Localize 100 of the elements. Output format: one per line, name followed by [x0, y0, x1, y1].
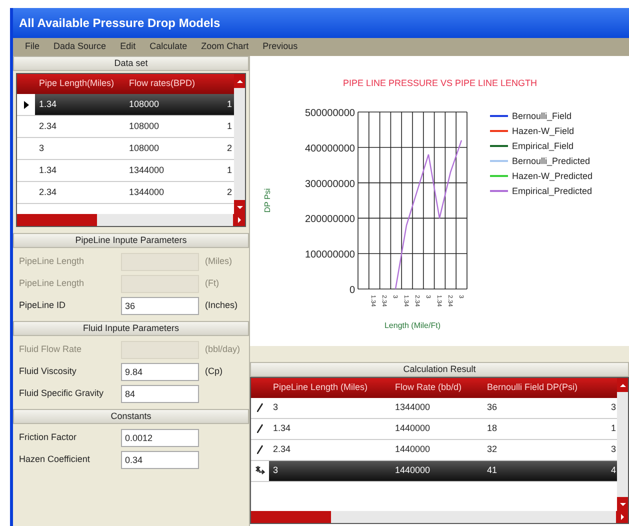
table-cell-text: 4: [610, 464, 617, 478]
y-tick-label: 300000000: [304, 178, 355, 190]
section-header: Calculation Result: [250, 362, 629, 377]
field-label: PipeLine Length: [19, 255, 86, 268]
table-cell-text: 1.34: [38, 98, 58, 111]
chart-title: PIPE LINE PRESSURE VS PIPE LINE LENGTH: [342, 78, 538, 88]
table-cell-text: 108000: [128, 142, 160, 155]
column-header[interactable]: Flow rates(BPD): [129, 77, 209, 91]
scroll-up-icon[interactable]: [617, 378, 628, 392]
table-cell-text: 1440000: [394, 464, 432, 478]
menu-item[interactable]: File: [25, 40, 40, 54]
scroll-thumb[interactable]: [17, 214, 97, 226]
unit-label: (Inches): [205, 299, 238, 312]
input-field[interactable]: 0.0012: [121, 429, 199, 447]
section-header: Data set: [13, 56, 249, 71]
table-cell-text: 1.34: [38, 164, 58, 177]
table-cell-text: 3: [610, 443, 617, 456]
legend-label: Hazen-W_Predicted: [512, 171, 593, 181]
pencil-icon: [256, 403, 264, 413]
scroll-right-icon[interactable]: [616, 511, 628, 523]
table-cell-text: 1344000: [394, 401, 432, 414]
table-cell-text: 3: [272, 464, 280, 478]
table-cell-text: 108000: [128, 98, 160, 111]
table-cell-text: 2: [226, 186, 233, 199]
y-tick-label: 400000000: [304, 143, 355, 154]
table-cell-text: 18: [486, 422, 498, 436]
column-header[interactable]: Bernoulli Field DP(Psi): [487, 381, 597, 395]
field-label: Fluid Flow Rate: [19, 343, 83, 356]
legend-label: Empirical_Field: [512, 141, 574, 151]
vertical-scrollbar[interactable]: [234, 74, 245, 214]
field-label: Fluid Viscosity: [19, 365, 78, 378]
table-cell-text: 1440000: [394, 422, 432, 436]
table-row[interactable]: 3 1440000 41 4: [251, 461, 617, 482]
table-cell-text: 32: [486, 443, 498, 456]
input-field[interactable]: 0.34: [121, 451, 199, 469]
y-tick-label: 200000000: [304, 214, 355, 226]
column-header[interactable]: Pipe Length(Miles): [39, 77, 129, 91]
scroll-up-icon[interactable]: [234, 74, 245, 88]
menu-item[interactable]: Zoom Chart: [201, 40, 249, 54]
horizontal-scrollbar[interactable]: [251, 511, 628, 523]
table-cell-text: 2.34: [38, 186, 58, 199]
y-axis-title: DP Psi: [263, 188, 272, 213]
new-row-icon: [255, 466, 265, 476]
table-cell-text: 3: [610, 401, 617, 414]
scroll-down-icon[interactable]: [234, 200, 245, 214]
unit-label: (Miles): [205, 255, 232, 268]
table-cell-text: 3: [272, 401, 280, 414]
input-field[interactable]: 9.84: [121, 363, 199, 381]
table-cell-text: 1344000: [128, 186, 166, 199]
pencil-icon: [256, 424, 264, 434]
table-cell-text: 2: [226, 142, 233, 155]
window-title: All Available Pressure Drop Models: [19, 15, 220, 32]
menu-item[interactable]: Calculate: [150, 40, 188, 54]
table-cell-text: 1: [610, 422, 617, 436]
table-cell-text: 1: [226, 98, 233, 111]
unit-label: (Cp): [205, 365, 222, 378]
field-label: PipeLine Length: [19, 277, 86, 290]
table-cell-text: 1: [226, 164, 233, 177]
table-cell-text: 1440000: [394, 443, 432, 456]
column-header[interactable]: Flow Rate (bb/d): [395, 381, 487, 395]
unit-label: (Ft): [205, 277, 219, 290]
menu-item[interactable]: Previous: [262, 40, 298, 54]
table-cell-text: 3: [38, 142, 46, 155]
legend-label: Empirical_Predicted: [512, 186, 592, 196]
table-cell-text: 1344000: [128, 164, 166, 177]
section-header: Fluid Inpute Parameters: [13, 321, 249, 336]
menu-item[interactable]: Edit: [120, 40, 136, 54]
y-tick-label: 0: [349, 285, 355, 296]
scroll-right-icon[interactable]: [233, 214, 245, 226]
legend-label: Bernoulli_Field: [512, 111, 572, 121]
table-cell-text: 2.34: [272, 443, 292, 456]
field-label: Fluid Specific Gravity: [19, 387, 105, 400]
vertical-scrollbar[interactable]: [617, 378, 628, 511]
menu-item[interactable]: Dada Source: [54, 40, 106, 54]
field-label: PipeLine ID: [19, 299, 67, 312]
scroll-thumb[interactable]: [251, 511, 331, 523]
field-label: Hazen Coefficient: [19, 453, 91, 466]
x-axis-title: Length (Mile/Ft): [384, 321, 441, 330]
table-cell-text: 2.34: [38, 120, 58, 133]
legend-label: Hazen-W_Field: [512, 126, 574, 136]
table-cell-text: 108000: [128, 120, 160, 133]
y-tick-label: 500000000: [304, 108, 355, 119]
section-header: Constants: [13, 409, 249, 424]
input-field[interactable]: 84: [121, 385, 199, 403]
table-cell-text: 1: [226, 120, 233, 133]
table-cell-text: 36: [486, 401, 498, 414]
unit-label: (bbl/day): [205, 343, 240, 356]
input-field[interactable]: 36: [121, 297, 199, 315]
horizontal-scrollbar[interactable]: [17, 214, 245, 226]
scroll-down-icon[interactable]: [617, 497, 628, 511]
table-cell-text: 41: [486, 464, 498, 478]
row-pointer-icon: [24, 100, 28, 108]
table-cell-text: 1.34: [272, 422, 292, 436]
table-row[interactable]: 1.34 108000 1: [17, 94, 234, 116]
section-header: PipeLine Inpute Parameters: [13, 233, 249, 248]
y-tick-label: 100000000: [304, 250, 355, 261]
legend-label: Bernoulli_Predicted: [512, 156, 590, 166]
field-label: Friction Factor: [19, 431, 78, 444]
column-header[interactable]: PipeLine Length (Miles): [273, 381, 395, 395]
pencil-icon: [256, 445, 264, 455]
